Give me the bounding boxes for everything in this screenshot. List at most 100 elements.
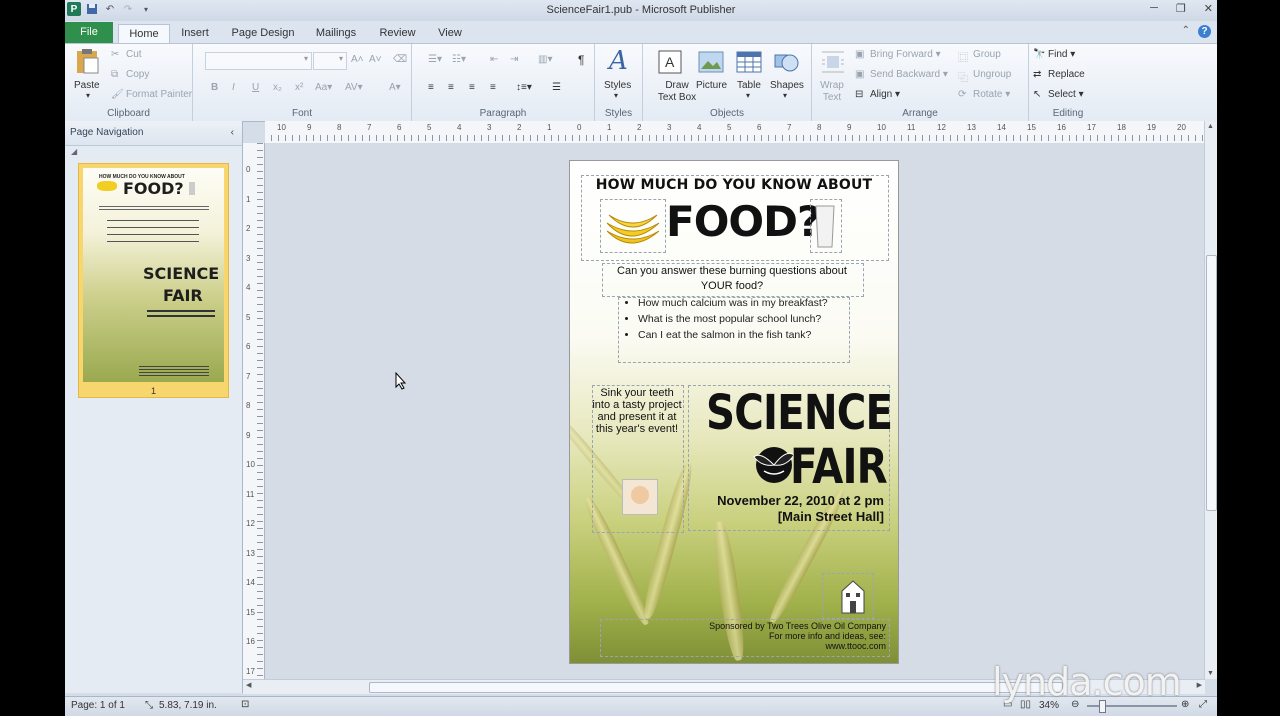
clear-formatting-icon[interactable]: ⌫ <box>393 54 407 65</box>
subscript-icon[interactable]: x₂ <box>273 82 282 93</box>
tab-view[interactable]: View <box>432 24 468 43</box>
help-icon[interactable]: ? <box>1198 25 1211 38</box>
align-button[interactable]: ⊟ Align ▾ <box>855 89 900 100</box>
increase-indent-icon[interactable]: ⇥ <box>510 54 518 65</box>
vertical-ruler[interactable]: 0 1 2 3 4 5 6 7 8 9 10 11 12 13 14 15 16 17 <box>243 143 265 693</box>
vertical-scrollbar[interactable]: ▲ ▼ <box>1204 121 1217 679</box>
table-dropdown-icon[interactable]: ▾ <box>746 91 750 100</box>
decrease-indent-icon[interactable]: ⇤ <box>490 54 498 65</box>
paste-icon[interactable] <box>74 48 100 74</box>
draw-text-box-button[interactable]: Draw Text Box <box>657 80 697 104</box>
format-painter-button[interactable]: 🖌 Format Painter <box>111 89 192 100</box>
wrap-text-button[interactable]: Wrap Text <box>818 80 846 104</box>
table-icon[interactable] <box>736 49 762 75</box>
copy-button[interactable]: ⧉ Copy <box>111 69 149 80</box>
send-backward-button[interactable]: ▣ Send Backward ▾ <box>855 69 948 80</box>
fit-page-icon[interactable]: ⤢ <box>1199 699 1207 710</box>
horizontal-ruler[interactable]: 10 9 8 7 6 5 4 3 2 1 0 1 2 3 4 5 6 7 8 9 10 11 12 13 14 15 16 17 18 1… <box>265 121 1207 144</box>
vertical-scroll-thumb[interactable] <box>1206 255 1217 511</box>
picture-icon[interactable] <box>698 49 724 75</box>
draw-text-box-icon[interactable]: A <box>657 49 683 75</box>
sponsor-line[interactable]: For more info and ideas, see: <box>600 631 886 641</box>
find-button[interactable]: 🔭 Find ▾ <box>1033 49 1075 60</box>
picture-button[interactable]: Picture <box>696 80 727 91</box>
shapes-button[interactable]: Shapes <box>770 80 804 91</box>
expand-section-icon[interactable]: ◢ <box>71 147 77 156</box>
tab-home[interactable]: Home <box>118 24 170 44</box>
tab-page-design[interactable]: Page Design <box>228 24 298 43</box>
tab-file[interactable]: File <box>65 22 113 43</box>
bullets-icon[interactable]: ☰▾ <box>428 54 442 65</box>
font-size-dropdown[interactable]: ▾ <box>313 52 347 70</box>
close-icon[interactable]: ✕ <box>1204 2 1213 15</box>
show-marks-icon[interactable]: ¶ <box>578 53 584 67</box>
page-thumbnail-1[interactable]: HOW MUCH DO YOU KNOW ABOUT FOOD? SCIENCE… <box>78 163 229 398</box>
italic-icon[interactable]: I <box>232 82 235 93</box>
bullet-item[interactable]: How much calcium was in my breakfast? <box>638 295 828 311</box>
shrink-font-icon[interactable]: A˅ <box>369 54 382 65</box>
child-photo[interactable] <box>622 479 658 515</box>
zoom-in-icon[interactable]: ⊕ <box>1181 699 1189 710</box>
schoolhouse-icon[interactable] <box>838 577 868 615</box>
justify-icon[interactable]: ≡ <box>490 82 496 93</box>
zoom-slider[interactable] <box>1087 700 1177 713</box>
publication-header[interactable]: HOW MUCH DO YOU KNOW ABOUT <box>570 177 898 193</box>
minimize-icon[interactable]: ─ <box>1150 2 1158 15</box>
sponsor-line[interactable]: www.ttooc.com <box>600 641 886 651</box>
font-family-dropdown[interactable]: ▾ <box>205 52 312 70</box>
status-position[interactable]: 5.83, 7.19 in. <box>159 700 217 711</box>
font-color-icon[interactable]: A▾ <box>389 82 401 93</box>
styles-icon[interactable]: A <box>609 46 628 76</box>
scroll-left-icon[interactable]: ◀ <box>246 681 251 689</box>
publication-page[interactable]: HOW MUCH DO YOU KNOW ABOUT FOOD? Can you… <box>569 160 899 664</box>
paragraph-spacing-icon[interactable]: ☰ <box>552 82 561 93</box>
horizontal-scroll-thumb[interactable] <box>369 682 1063 693</box>
restore-icon[interactable]: ❐ <box>1176 2 1186 15</box>
replace-button[interactable]: ⇄ Replace <box>1033 69 1085 80</box>
change-case-icon[interactable]: Aa▾ <box>315 82 332 93</box>
paste-dropdown-icon[interactable]: ▾ <box>86 91 90 100</box>
bullet-item[interactable]: What is the most popular school lunch? <box>638 311 828 327</box>
character-spacing-icon[interactable]: AV▾ <box>345 82 363 93</box>
align-center-icon[interactable]: ≡ <box>448 82 454 93</box>
superscript-icon[interactable]: x² <box>295 82 303 93</box>
styles-dropdown-icon[interactable]: ▾ <box>614 91 618 100</box>
align-right-icon[interactable]: ≡ <box>469 82 475 93</box>
rotate-button[interactable]: ⟳ Rotate ▾ <box>958 89 1010 100</box>
shapes-icon[interactable] <box>773 49 799 75</box>
minimize-ribbon-icon[interactable]: ⌃ <box>1182 25 1190 38</box>
publication-question[interactable]: Can you answer these burning questions a… <box>602 264 862 294</box>
collapse-pane-icon[interactable]: ‹ <box>231 121 234 145</box>
banana-image[interactable] <box>603 203 661 249</box>
underline-icon[interactable]: U <box>252 82 259 93</box>
cut-button[interactable]: ✂ Cut <box>111 49 142 60</box>
milk-glass-image[interactable] <box>813 203 837 249</box>
tab-insert[interactable]: Insert <box>175 24 215 43</box>
select-button[interactable]: ↖ Select ▾ <box>1033 89 1084 100</box>
tab-mailings[interactable]: Mailings <box>311 24 361 43</box>
publication-sidebar-text[interactable]: Sink your teeth into a tasty project and… <box>592 387 682 435</box>
numbering-icon[interactable]: ☷▾ <box>452 54 466 65</box>
paste-button[interactable]: Paste <box>74 80 100 91</box>
table-button[interactable]: Table <box>737 80 761 91</box>
publication-headline[interactable]: FOOD? <box>666 197 821 246</box>
align-left-icon[interactable]: ≡ <box>428 82 434 93</box>
publication-date[interactable]: November 22, 2010 at 2 pm <box>688 493 884 508</box>
scroll-down-icon[interactable]: ▼ <box>1207 670 1214 677</box>
ungroup-button[interactable]: ⿻ Ungroup <box>958 69 1011 84</box>
publication-location[interactable]: [Main Street Hall] <box>688 509 884 524</box>
publication-science[interactable]: SCIENCE <box>706 385 893 441</box>
bring-forward-button[interactable]: ▣ Bring Forward ▾ <box>855 49 941 60</box>
wrap-text-icon[interactable] <box>820 49 846 75</box>
bold-icon[interactable]: B <box>211 82 218 93</box>
bullet-item[interactable]: Can I eat the salmon in the fish tank? <box>638 327 828 343</box>
line-spacing-icon[interactable]: ↕≡▾ <box>516 82 532 93</box>
tab-review[interactable]: Review <box>375 24 420 43</box>
columns-icon[interactable]: ▥▾ <box>538 54 552 65</box>
group-button[interactable]: ⿴ Group <box>958 49 1001 64</box>
scroll-right-icon[interactable]: ▶ <box>1197 681 1202 689</box>
status-page[interactable]: Page: 1 of 1 <box>71 700 125 711</box>
styles-button[interactable]: Styles <box>604 80 631 91</box>
publication-fair[interactable]: FAIR <box>790 439 888 495</box>
sponsor-line[interactable]: Sponsored by Two Trees Olive Oil Company <box>600 621 886 631</box>
